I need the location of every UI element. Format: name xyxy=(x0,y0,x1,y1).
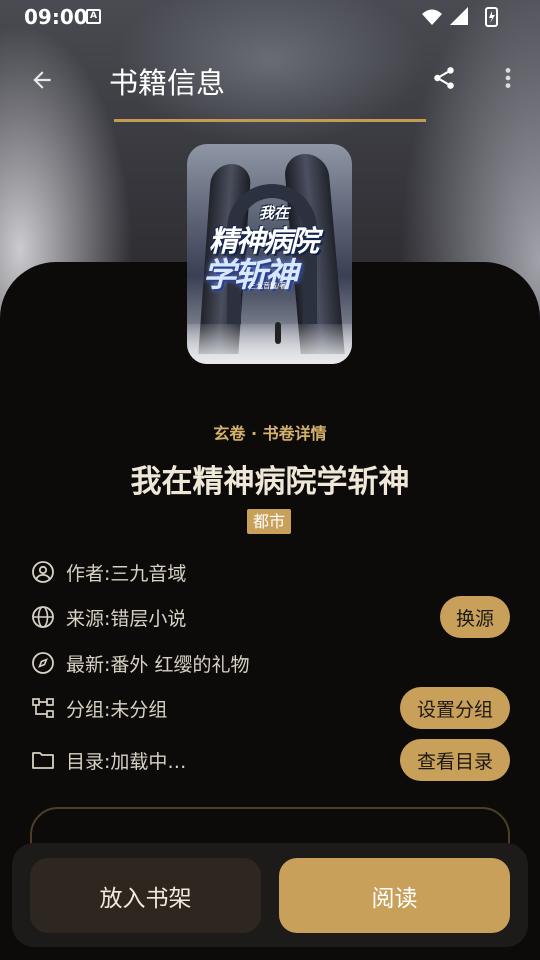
read-button[interactable]: 阅读 xyxy=(279,858,510,933)
wifi-icon xyxy=(422,9,442,25)
notification-icon: A xyxy=(86,9,101,24)
status-time: 09:00 xyxy=(24,5,88,29)
status-bar: 09:00 A xyxy=(0,0,540,34)
author-value: 三九音域 xyxy=(110,562,187,585)
add-to-shelf-button[interactable]: 放入书架 xyxy=(30,858,261,933)
book-cover[interactable]: 我在 精神病院 学斩神 三九音域/著 xyxy=(187,144,352,364)
app-bar: 书籍信息 xyxy=(0,40,540,120)
arrow-back-icon xyxy=(33,71,51,89)
latest-label: 最新: xyxy=(66,653,111,676)
cover-author: 三九音域/著 xyxy=(249,282,287,290)
more-vert-icon xyxy=(505,68,511,88)
set-group-button[interactable]: 设置分组 xyxy=(400,687,510,729)
change-source-button[interactable]: 换源 xyxy=(440,596,510,638)
source-label: 来源: xyxy=(66,607,111,630)
more-options-button[interactable] xyxy=(488,58,528,98)
globe-icon xyxy=(30,604,56,630)
source-value: 错层小说 xyxy=(110,607,187,630)
person-icon xyxy=(30,559,56,585)
back-button[interactable] xyxy=(22,60,62,100)
source-row: 来源: 错层小说 xyxy=(30,602,510,632)
book-category: 玄卷 · 书卷详情 xyxy=(213,424,327,443)
group-label: 分组: xyxy=(66,698,111,721)
latest-row: 最新: 番外 红缨的礼物 xyxy=(30,648,510,678)
view-toc-button[interactable]: 查看目录 xyxy=(400,739,510,781)
title-underline xyxy=(114,119,426,122)
group-icon xyxy=(30,695,56,721)
group-value: 未分组 xyxy=(110,698,168,721)
share-icon xyxy=(434,67,454,89)
folder-icon xyxy=(30,747,56,773)
compass-icon xyxy=(30,650,56,676)
share-button[interactable] xyxy=(424,58,464,98)
signal-icon xyxy=(450,7,468,25)
page-title: 书籍信息 xyxy=(109,66,226,100)
author-row: 作者: 三九音域 xyxy=(30,557,510,587)
latest-chapter-value: 番外 红缨的礼物 xyxy=(110,653,250,676)
system-status-icons xyxy=(422,7,498,27)
book-title: 我在精神病院学斩神 xyxy=(130,464,410,500)
author-label: 作者: xyxy=(66,562,111,585)
genre-tag: 都市 xyxy=(247,509,291,534)
toc-label: 目录: xyxy=(66,750,111,773)
toc-value: 加载中… xyxy=(110,750,187,773)
